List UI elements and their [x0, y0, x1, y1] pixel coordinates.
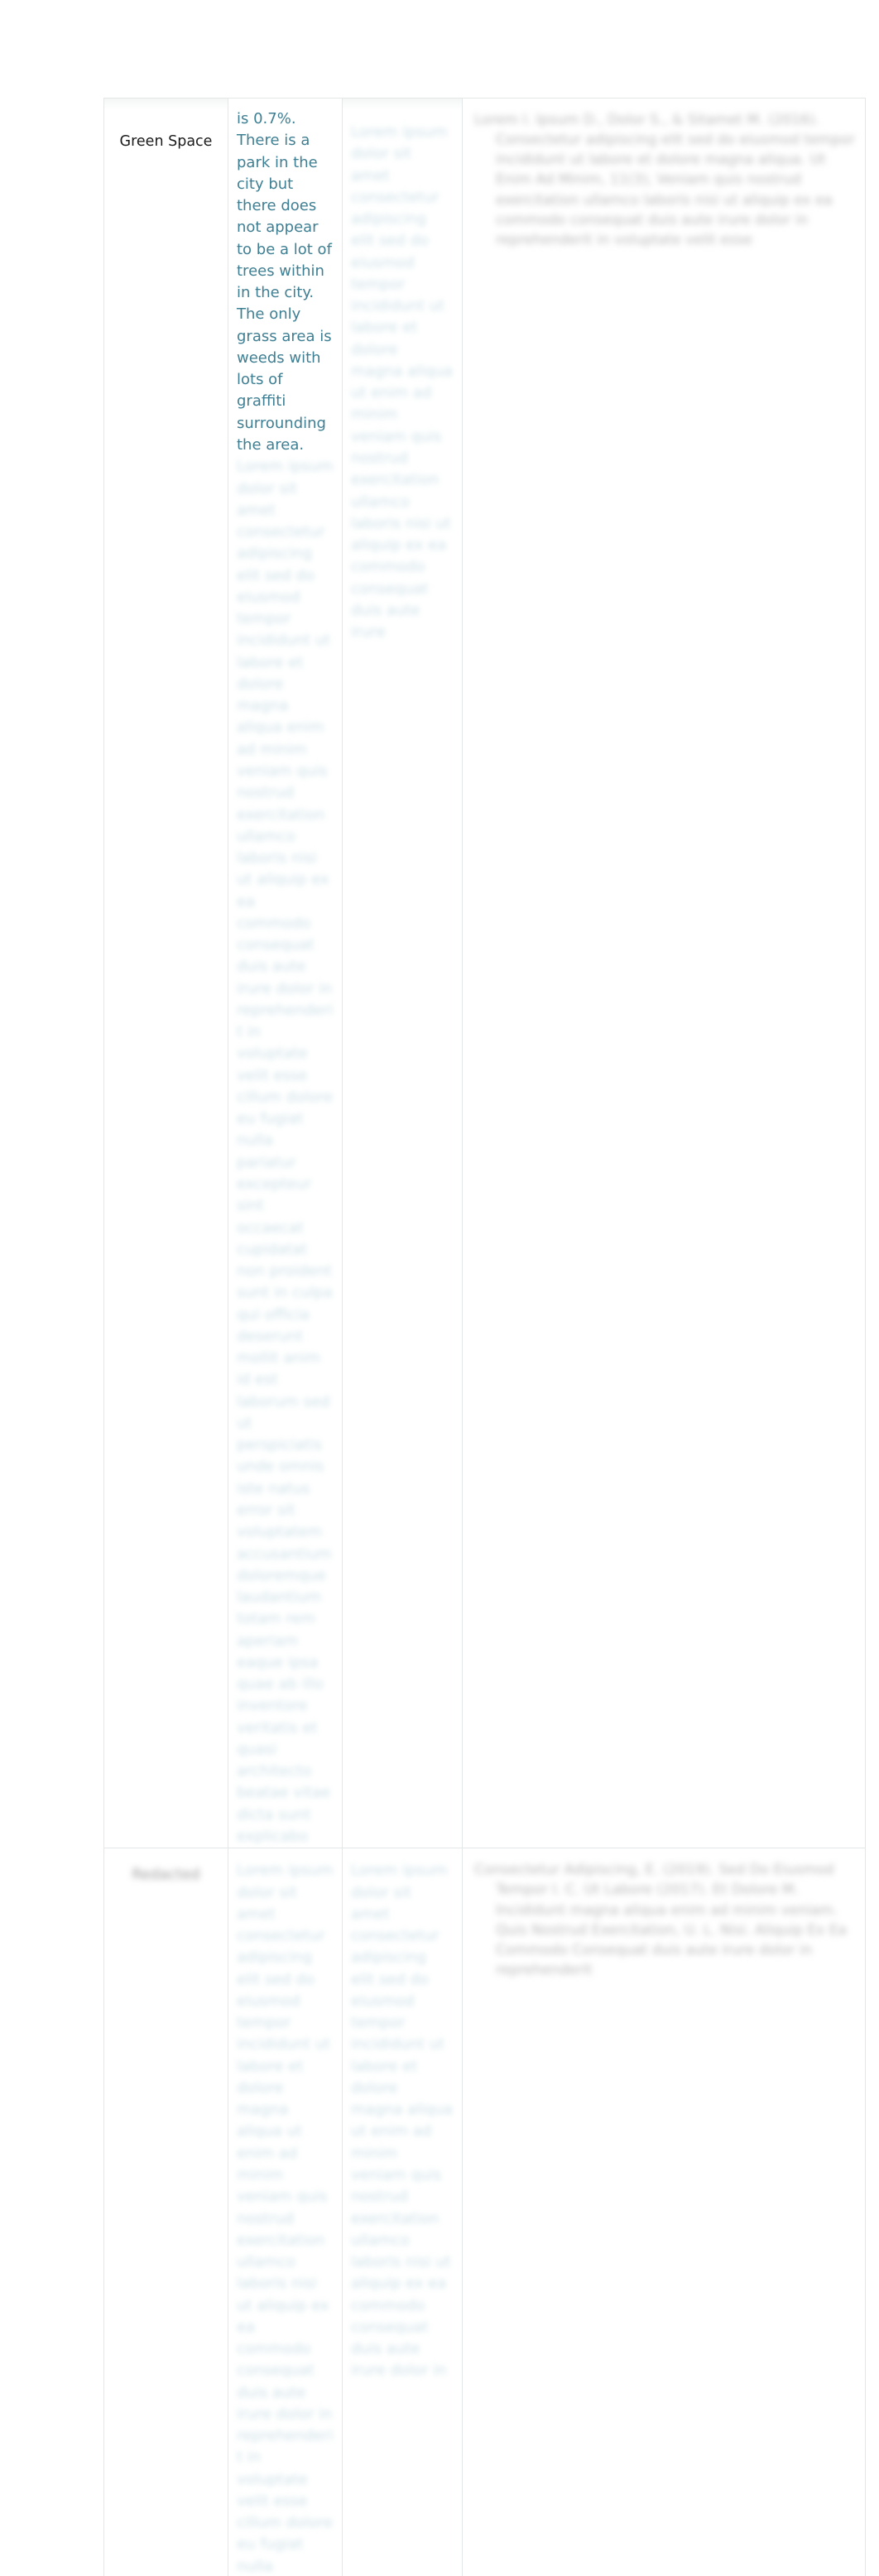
table-row: Redacted Lorem ipsum dolor sit amet cons…: [104, 1848, 866, 2576]
document-page: Green Space is 0.7%. There is a park in …: [0, 0, 879, 1288]
observation-text-redacted: Lorem ipsum dolor sit amet consectetur a…: [228, 456, 342, 1848]
content-table: Green Space is 0.7%. There is a park in …: [103, 98, 866, 2576]
table-row: Green Space is 0.7%. There is a park in …: [104, 99, 866, 1848]
cell-observation: is 0.7%. There is a park in the city but…: [228, 99, 343, 1848]
cell-observation: Lorem ipsum dolor sit amet consectetur a…: [228, 1848, 343, 2576]
cell-secondary-notes: Lorem ipsum dolor sit amet consectetur a…: [343, 99, 463, 1848]
secondary-notes-redacted: Lorem ipsum dolor sit amet consectetur a…: [343, 110, 462, 643]
secondary-notes-redacted: Lorem ipsum dolor sit amet consectetur a…: [343, 1848, 462, 2381]
reference-citation-redacted: Lorem I. Ipsum D., Dolor S., & Sitamet M…: [463, 99, 865, 250]
top-bleed-line: [104, 99, 228, 110]
observation-text-visible: is 0.7%. There is a park in the city but…: [228, 99, 342, 456]
reference-citation-redacted: Consectetur Adipiscing, E. (2019). Sed D…: [463, 1848, 865, 1980]
observation-text-redacted: Lorem ipsum dolor sit amet consectetur a…: [228, 1848, 342, 2576]
cell-references: Lorem I. Ipsum D., Dolor S., & Sitamet M…: [463, 99, 866, 1848]
category-label-redacted: Redacted: [104, 1848, 228, 1883]
cell-secondary-notes: Lorem ipsum dolor sit amet consectetur a…: [343, 1848, 463, 2576]
top-bleed-line: [343, 99, 462, 110]
category-label-green-space: Green Space: [104, 110, 228, 151]
cell-category: Green Space: [104, 99, 228, 1848]
cell-references: Consectetur Adipiscing, E. (2019). Sed D…: [463, 1848, 866, 2576]
table-body: Green Space is 0.7%. There is a park in …: [104, 99, 866, 2576]
cell-category: Redacted: [104, 1848, 228, 2576]
